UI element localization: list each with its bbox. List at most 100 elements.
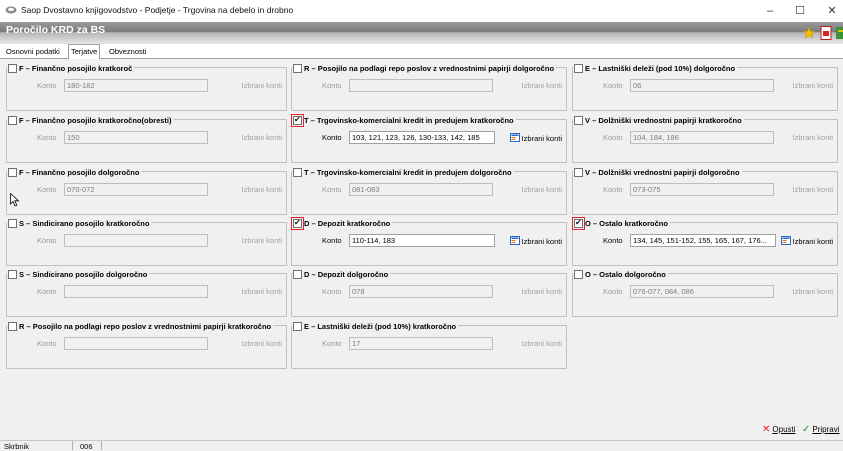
izbrani-konti-button[interactable]: Izbrani konti: [242, 287, 282, 296]
konto-field[interactable]: 134, 145, 151-152, 155, 165, 167, 176...: [630, 234, 776, 247]
izbrani-konti-button[interactable]: Izbrani konti: [509, 133, 562, 143]
izbrani-konti-button[interactable]: Izbrani konti: [793, 133, 833, 142]
konto-label: Konto: [37, 236, 57, 245]
pdf-icon[interactable]: [820, 26, 832, 40]
group-f-financno-obresti: F – Finančno posojilo kratkoročno(obrest…: [6, 115, 287, 163]
list-select-icon: [780, 236, 791, 245]
window-titlebar: Saop Dvostavno knjigovodstvo - Podjetje …: [0, 0, 843, 22]
close-button[interactable]: ✕: [818, 2, 843, 20]
konto-field[interactable]: [64, 234, 208, 247]
izbrani-konti-button[interactable]: Izbrani konti: [780, 236, 833, 246]
checkbox[interactable]: [8, 218, 17, 228]
group-t-trgovinsko-kratkorocno: T – Trgovinsko-komercialni kredit in pre…: [291, 113, 567, 163]
group-label: T – Trgovinsko-komercialni kredit in pre…: [304, 115, 514, 125]
konto-field[interactable]: 076-077, 084, 086: [630, 285, 774, 298]
izbrani-konti-label: Izbrani konti: [792, 237, 833, 246]
checkbox-checked[interactable]: [291, 113, 304, 127]
checkbox[interactable]: [293, 63, 302, 73]
tab-terjatve[interactable]: Terjatve: [68, 44, 101, 59]
konto-field[interactable]: 17: [349, 337, 493, 350]
izbrani-konti-button[interactable]: Izbrani konti: [522, 81, 562, 90]
konto-field[interactable]: 150: [64, 131, 208, 144]
checkbox[interactable]: [574, 167, 583, 177]
window-title: Saop Dvostavno knjigovodstvo - Podjetje …: [21, 5, 294, 15]
konto-field[interactable]: 103, 121, 123, 126, 130-133, 142, 185: [349, 131, 495, 144]
status-code: 006: [80, 442, 93, 451]
tab-obveznosti[interactable]: Obveznosti: [107, 45, 149, 58]
checkbox[interactable]: [8, 63, 17, 73]
konto-field[interactable]: 073-075: [630, 183, 774, 196]
konto-label: Konto: [603, 287, 623, 296]
checkbox[interactable]: [293, 321, 302, 331]
konto-field[interactable]: 070-072: [64, 183, 208, 196]
app-logo-icon: [5, 6, 17, 14]
konto-field[interactable]: 104, 184, 186: [630, 131, 774, 144]
konto-label: Konto: [603, 185, 623, 194]
mouse-cursor-icon: [10, 193, 20, 207]
status-bar: Skrbnik 006: [0, 440, 843, 451]
group-label: F – Finančno posojilo kratkoroč: [19, 63, 133, 73]
tab-bar: Osnovni podatki Terjatve Obveznosti: [0, 44, 843, 59]
list-select-icon: [509, 133, 520, 142]
checkbox-checked[interactable]: [291, 216, 304, 230]
checkbox[interactable]: [293, 269, 302, 279]
pripravi-label: Pripravi: [812, 425, 840, 434]
izbrani-konti-label: Izbrani konti: [521, 134, 562, 143]
konto-label: Konto: [37, 287, 57, 296]
checkbox[interactable]: [8, 321, 17, 331]
group-label: V – Dolžniški vrednostni papirji kratkor…: [585, 115, 742, 125]
konto-label: Konto: [37, 133, 57, 142]
konto-field[interactable]: 180-182: [64, 79, 208, 92]
izbrani-konti-button[interactable]: Izbrani konti: [242, 339, 282, 348]
izbrani-konti-button[interactable]: Izbrani konti: [242, 81, 282, 90]
checkbox[interactable]: [574, 269, 583, 279]
group-d-depozit-kratkorocno: D – Depozit kratkoročno Konto 110-114, 1…: [291, 216, 567, 266]
group-label: E – Lastniški deleži (pod 10%) dolgoročn…: [585, 63, 736, 73]
izbrani-konti-button[interactable]: Izbrani konti: [793, 185, 833, 194]
izbrani-konti-button[interactable]: Izbrani konti: [793, 81, 833, 90]
tab-osnovni-podatki[interactable]: Osnovni podatki: [4, 45, 62, 58]
izbrani-konti-label: Izbrani konti: [521, 237, 562, 246]
konto-field[interactable]: [349, 79, 493, 92]
star-icon[interactable]: [803, 26, 815, 40]
izbrani-konti-button[interactable]: Izbrani konti: [522, 287, 562, 296]
group-label: S – Sindicirano posojilo dolgoročno: [19, 269, 148, 279]
konto-field[interactable]: 06: [630, 79, 774, 92]
group-label: D – Depozit dolgoročno: [304, 269, 389, 279]
konto-label: Konto: [603, 236, 623, 245]
konto-field[interactable]: 110-114, 183: [349, 234, 495, 247]
report-header: Poročilo KRD za BS: [0, 22, 843, 44]
izbrani-konti-button[interactable]: Izbrani konti: [242, 133, 282, 142]
checkbox[interactable]: [574, 63, 583, 73]
izbrani-konti-button[interactable]: Izbrani konti: [242, 236, 282, 245]
checkbox[interactable]: [574, 115, 583, 125]
konto-label: Konto: [37, 185, 57, 194]
izbrani-konti-button[interactable]: Izbrani konti: [242, 185, 282, 194]
checkbox[interactable]: [293, 167, 302, 177]
export-icon[interactable]: [836, 26, 843, 40]
group-f-financno-kratkorocno: F – Finančno posojilo kratkoroč Konto 18…: [6, 63, 287, 111]
konto-field[interactable]: 078: [349, 285, 493, 298]
izbrani-konti-button[interactable]: Izbrani konti: [522, 339, 562, 348]
checkbox[interactable]: [8, 167, 17, 177]
konto-field[interactable]: 081-083: [349, 183, 493, 196]
opusti-button[interactable]: ✕ Opusti: [762, 424, 796, 435]
izbrani-konti-button[interactable]: Izbrani konti: [509, 236, 562, 246]
checkbox[interactable]: [8, 115, 17, 125]
izbrani-konti-button[interactable]: Izbrani konti: [522, 185, 562, 194]
group-label: D – Depozit kratkoročno: [304, 218, 391, 228]
konto-label: Konto: [322, 81, 342, 90]
konto-label: Konto: [322, 133, 342, 142]
konto-label: Konto: [603, 133, 623, 142]
minimize-button[interactable]: –: [756, 2, 784, 20]
izbrani-konti-button[interactable]: Izbrani konti: [793, 287, 833, 296]
checkbox-checked[interactable]: [572, 216, 585, 230]
maximize-button[interactable]: ☐: [786, 2, 814, 20]
konto-field[interactable]: [64, 337, 208, 350]
checkbox[interactable]: [8, 269, 17, 279]
konto-field[interactable]: [64, 285, 208, 298]
pripravi-button[interactable]: ✓ Pripravi: [802, 424, 840, 435]
konto-label: Konto: [322, 185, 342, 194]
cancel-x-icon: ✕: [762, 424, 771, 435]
group-r-repo-dolgorocno: R – Posojilo na podlagi repo poslov z vr…: [291, 63, 567, 111]
